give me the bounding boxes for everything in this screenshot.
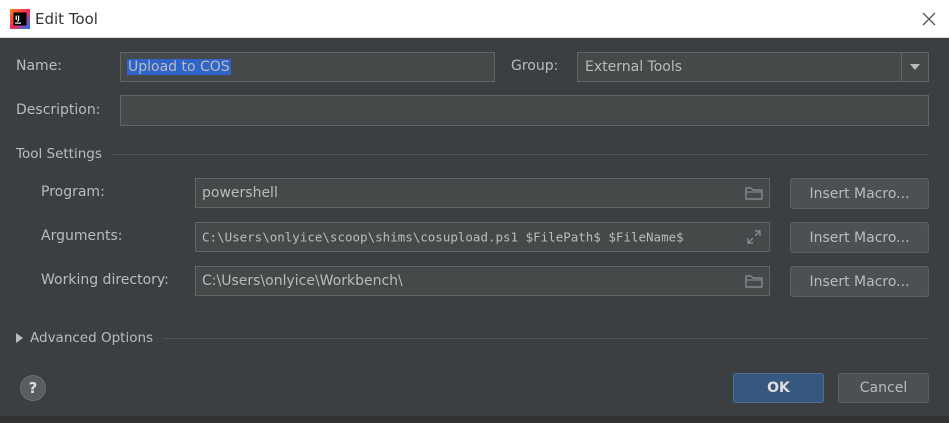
working-directory-label: Working directory: bbox=[41, 272, 169, 288]
window-title: Edit Tool bbox=[35, 10, 98, 28]
bottom-border bbox=[0, 416, 949, 423]
folder-icon[interactable] bbox=[743, 183, 765, 203]
program-value: powershell bbox=[202, 185, 278, 201]
program-input[interactable]: powershell bbox=[195, 178, 770, 208]
title-bar: IJ Edit Tool bbox=[0, 0, 949, 38]
working-directory-input[interactable]: C:\Users\onlyice\Workbench\ bbox=[195, 266, 770, 296]
cancel-button[interactable]: Cancel bbox=[838, 373, 929, 403]
working-directory-value: C:\Users\onlyice\Workbench\ bbox=[202, 273, 403, 289]
description-label: Description: bbox=[16, 102, 101, 118]
arguments-insert-macro-button[interactable]: Insert Macro... bbox=[790, 222, 929, 253]
advanced-options-label: Advanced Options bbox=[30, 330, 154, 346]
intellij-idea-icon: IJ bbox=[10, 9, 30, 29]
ok-button[interactable]: OK bbox=[733, 373, 824, 403]
tool-settings-heading: Tool Settings bbox=[16, 146, 102, 162]
group-dropdown[interactable]: External Tools bbox=[577, 52, 929, 82]
advanced-options-toggle[interactable]: Advanced Options bbox=[16, 330, 161, 348]
expand-icon[interactable] bbox=[743, 227, 765, 247]
close-button[interactable] bbox=[909, 0, 949, 38]
chevron-right-icon bbox=[16, 333, 23, 343]
working-directory-insert-macro-button[interactable]: Insert Macro... bbox=[790, 266, 929, 297]
chevron-down-icon[interactable] bbox=[901, 53, 928, 81]
arguments-input[interactable]: C:\Users\onlyice\scoop\shims\cosupload.p… bbox=[195, 222, 770, 252]
group-label: Group: bbox=[511, 58, 559, 74]
folder-icon[interactable] bbox=[743, 271, 765, 291]
group-value: External Tools bbox=[585, 59, 683, 75]
name-input[interactable]: Upload to COS bbox=[120, 52, 495, 82]
svg-text:IJ: IJ bbox=[15, 14, 20, 22]
arguments-label: Arguments: bbox=[41, 228, 123, 244]
section-divider bbox=[112, 154, 929, 155]
close-icon bbox=[922, 12, 936, 26]
description-input[interactable] bbox=[120, 95, 929, 126]
advanced-divider bbox=[162, 338, 929, 339]
name-value: Upload to COS bbox=[127, 59, 231, 75]
arguments-value: C:\Users\onlyice\scoop\shims\cosupload.p… bbox=[202, 229, 684, 245]
program-insert-macro-button[interactable]: Insert Macro... bbox=[790, 178, 929, 209]
name-label: Name: bbox=[16, 58, 63, 74]
help-button[interactable]: ? bbox=[20, 375, 46, 401]
program-label: Program: bbox=[41, 184, 105, 200]
